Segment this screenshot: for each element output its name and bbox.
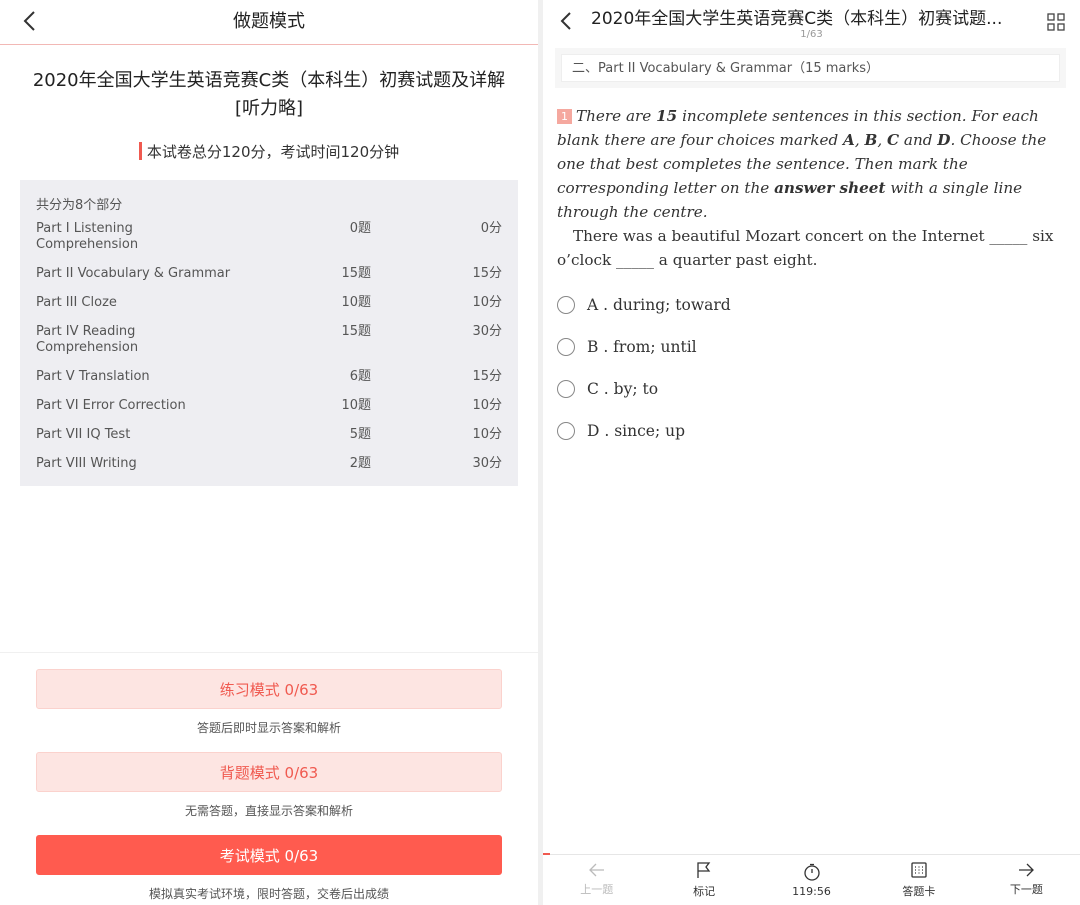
exam-summary-text: 本试卷总分120分，考试时间120分钟 — [146, 143, 400, 161]
part-name: Part VIII Writing — [36, 456, 137, 471]
part-row: Part VII IQ Test 5题 10分 — [20, 427, 518, 443]
answer-card-button[interactable]: 答题卡 — [865, 855, 972, 905]
part-name: Part II Vocabulary & Grammar — [36, 266, 231, 281]
part-count: 10题 — [341, 295, 371, 310]
flag-icon — [697, 862, 711, 878]
part-row: Part III Cloze 10题 10分 — [20, 295, 518, 311]
mark-label: 标记 — [693, 885, 716, 898]
part-row: Part IV Reading Comprehension 15题 30分 — [20, 324, 518, 356]
prev-question-label: 上一题 — [580, 883, 614, 896]
grid-menu-icon[interactable] — [1046, 12, 1066, 32]
part-count: 0题 — [349, 221, 371, 236]
question-body: 1 There are 15 incomplete sentences in th… — [557, 104, 1064, 272]
question-header: 2020年全国大学生英语竞赛C类（本科生）初赛试题... 1/63 — [543, 0, 1080, 44]
exam-summary: 本试卷总分120分，考试时间120分钟 — [0, 141, 538, 162]
question-page-title: 2020年全国大学生英语竞赛C类（本科生）初赛试题... — [591, 9, 1003, 29]
exam-mode-button[interactable]: 考试模式 0/63 — [36, 835, 502, 875]
arrow-left-icon — [588, 863, 604, 877]
option-c[interactable]: C . by; to — [557, 368, 1080, 410]
part-score: 15分 — [472, 266, 502, 281]
part-score: 10分 — [472, 398, 502, 413]
answer-card-label: 答题卡 — [902, 885, 936, 898]
radio-button[interactable] — [557, 380, 575, 398]
question-progress: 1/63 — [800, 29, 823, 40]
mode-selection: 练习模式 0/63 答题后即时显示答案和解析 背题模式 0/63 无需答题，直接… — [0, 652, 538, 905]
part-row: Part I Listening Comprehension 0题 0分 — [20, 221, 518, 253]
answer-options: A . during; toward B . from; until C . b… — [557, 284, 1080, 452]
part-count: 15题 — [341, 266, 371, 281]
next-question-label: 下一题 — [1009, 883, 1043, 896]
chevron-left-icon — [560, 12, 571, 30]
question-number-badge: 1 — [557, 109, 572, 124]
instr-bold: D — [937, 131, 951, 149]
question-panel: 2020年全国大学生英语竞赛C类（本科生）初赛试题... 1/63 二、Part… — [543, 0, 1080, 905]
instr-bold: 15 — [656, 107, 678, 125]
part-score: 15分 — [472, 369, 502, 384]
instr-bold: A — [843, 131, 855, 149]
prev-question-button[interactable]: 上一题 — [543, 855, 650, 905]
timer: 119:56 — [758, 855, 865, 905]
radio-button[interactable] — [557, 338, 575, 356]
practice-mode-button[interactable]: 练习模式 0/63 — [36, 669, 502, 709]
exam-overview-panel: 做题模式 2020年全国大学生英语竞赛C类（本科生）初赛试题及详解[听力略] 本… — [0, 0, 538, 905]
section-label: 二、Part II Vocabulary & Grammar（15 marks） — [561, 54, 1060, 82]
part-name: Part III Cloze — [36, 295, 117, 310]
instr-bold: C — [886, 131, 900, 149]
instr-bold: B — [864, 131, 878, 149]
part-count: 5题 — [349, 427, 371, 442]
option-text: A . during; toward — [587, 296, 731, 314]
question-footer: 上一题 标记 119:56 答题卡 下一题 — [543, 853, 1080, 905]
page-title: 做题模式 — [233, 11, 305, 32]
part-score: 30分 — [472, 324, 502, 339]
answer-card-icon — [911, 862, 927, 878]
part-row: Part VI Error Correction 10题 10分 — [20, 398, 518, 414]
instr-text: There are — [576, 107, 657, 125]
part-name: Part IV Reading Comprehension — [36, 324, 139, 355]
option-b[interactable]: B . from; until — [557, 326, 1080, 368]
progress-indicator — [543, 853, 550, 855]
question-stem: There was a beautiful Mozart concert on … — [557, 227, 1054, 269]
practice-mode-desc: 答题后即时显示答案和解析 — [196, 721, 341, 735]
stopwatch-icon — [803, 863, 820, 881]
review-mode-desc: 无需答题，直接显示答案和解析 — [184, 804, 353, 818]
parts-table: 共分为8个部分 Part I Listening Comprehension 0… — [20, 180, 518, 486]
part-count: 6题 — [349, 369, 371, 384]
option-text: B . from; until — [587, 338, 697, 356]
part-name: Part I Listening Comprehension — [36, 221, 139, 252]
parts-heading: 共分为8个部分 — [36, 198, 123, 213]
radio-button[interactable] — [557, 422, 575, 440]
part-count: 2题 — [349, 456, 371, 471]
part-row: Part V Translation 6题 15分 — [20, 369, 518, 385]
option-d[interactable]: D . since; up — [557, 410, 1080, 452]
page: 做题模式 2020年全国大学生英语竞赛C类（本科生）初赛试题及详解[听力略] 本… — [0, 0, 1080, 905]
part-row: Part II Vocabulary & Grammar 15题 15分 — [20, 266, 518, 282]
left-header: 做题模式 — [0, 0, 538, 45]
arrow-right-icon — [1019, 863, 1035, 877]
option-text: D . since; up — [587, 422, 686, 440]
timer-value: 119:56 — [792, 884, 831, 898]
instr-text: and — [899, 131, 938, 149]
part-row: Part VIII Writing 2题 30分 — [20, 456, 518, 472]
option-text: C . by; to — [587, 380, 659, 398]
part-score: 10分 — [472, 295, 502, 310]
part-score: 0分 — [480, 221, 502, 236]
exam-mode-desc: 模拟真实考试环境，限时答题，交卷后出成绩 — [148, 887, 389, 901]
part-name: Part VII IQ Test — [36, 427, 131, 442]
question-instructions: There are 15 incomplete sentences in thi… — [557, 107, 1046, 221]
exam-title: 2020年全国大学生英语竞赛C类（本科生）初赛试题及详解[听力略] — [32, 70, 506, 119]
instr-text: , — [877, 131, 887, 149]
part-name: Part VI Error Correction — [36, 398, 186, 413]
accent-bar — [138, 142, 142, 160]
radio-button[interactable] — [557, 296, 575, 314]
part-name: Part V Translation — [36, 369, 150, 384]
review-mode-button[interactable]: 背题模式 0/63 — [36, 752, 502, 792]
part-count: 15题 — [341, 324, 371, 339]
option-a[interactable]: A . during; toward — [557, 284, 1080, 326]
part-score: 30分 — [472, 456, 502, 471]
part-score: 10分 — [472, 427, 502, 442]
instr-bold: answer sheet — [774, 179, 886, 197]
mark-button[interactable]: 标记 — [650, 855, 757, 905]
next-question-button[interactable]: 下一题 — [973, 855, 1080, 905]
part-count: 10题 — [341, 398, 371, 413]
